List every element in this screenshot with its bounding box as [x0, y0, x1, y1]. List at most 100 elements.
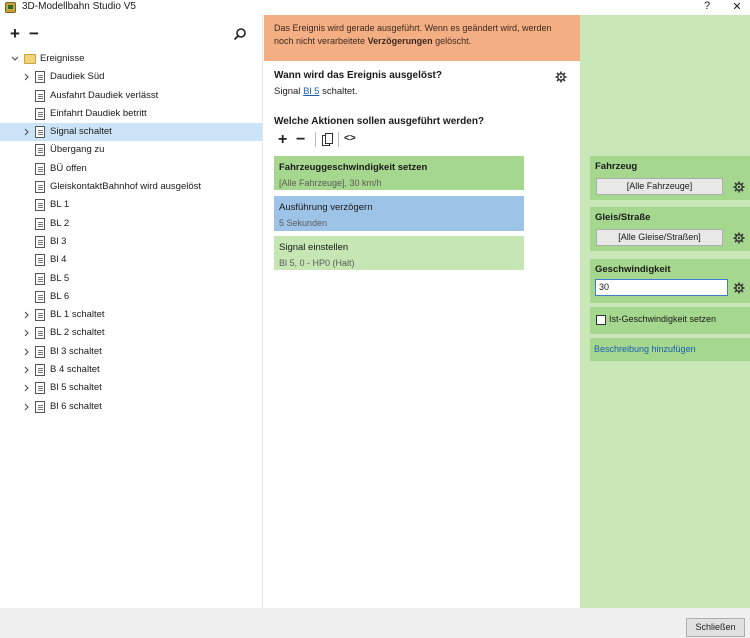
- actions-heading: Welche Aktionen sollen ausgeführt werden…: [274, 116, 485, 127]
- tree-item-label: Daudiek Süd: [50, 71, 105, 83]
- event-tree: Ereignisse Daudiek Süd Ausfahrt Daudiek v…: [0, 50, 262, 416]
- vehicle-property: Fahrzeug [Alle Fahrzeuge]: [590, 156, 750, 200]
- gear-icon[interactable]: [555, 71, 567, 83]
- tree-item[interactable]: BL 1: [0, 196, 262, 214]
- action-title: Signal einstellen: [279, 242, 349, 253]
- document-icon: [35, 162, 45, 175]
- document-icon: [35, 272, 45, 285]
- document-icon: [35, 254, 45, 267]
- document-icon: [35, 217, 45, 230]
- action-card[interactable]: Fahrzeuggeschwindigkeit setzen [Alle Fahr…: [274, 156, 524, 190]
- gear-icon[interactable]: [733, 232, 745, 244]
- tree-item-label: BL 1 schaltet: [50, 309, 105, 321]
- tree-item[interactable]: BL 2 schaltet: [0, 324, 262, 342]
- trigger-suffix: schaltet.: [319, 86, 358, 97]
- warning-line-2: noch nicht verarbeitete Verzögerungen ge…: [274, 35, 570, 48]
- tree-item[interactable]: GleiskontaktBahnhof wird ausgelöst: [0, 178, 262, 196]
- document-icon: [35, 327, 45, 340]
- action-card[interactable]: Ausführung verzögern 5 Sekunden: [274, 196, 524, 231]
- close-button[interactable]: Schließen: [686, 618, 745, 637]
- window-close-button[interactable]: ✕: [727, 0, 747, 13]
- toolbar-divider: [315, 132, 316, 147]
- gear-icon[interactable]: [733, 282, 745, 294]
- tree-item-label: BÜ offen: [50, 162, 87, 174]
- action-subtitle: Bl 5, 0 - HP0 (Halt): [279, 258, 355, 268]
- document-icon: [35, 126, 45, 139]
- tree-item[interactable]: BÜ offen: [0, 160, 262, 178]
- tree-item[interactable]: BL 5: [0, 270, 262, 288]
- document-icon: [35, 364, 45, 377]
- trigger-signal-link[interactable]: Bl 5: [303, 86, 319, 97]
- tree-item[interactable]: Übergang zu: [0, 141, 262, 159]
- document-icon: [35, 144, 45, 157]
- document-icon: [35, 309, 45, 322]
- remove-action-button[interactable]: −: [296, 131, 305, 148]
- add-action-button[interactable]: +: [278, 131, 287, 148]
- tree-item[interactable]: Einfahrt Daudiek betritt: [0, 105, 262, 123]
- tree-item-label: BL 2 schaltet: [50, 327, 105, 339]
- trigger-prefix: Signal: [274, 86, 304, 97]
- tree-root-label: Ereignisse: [40, 53, 85, 64]
- remove-event-button[interactable]: −: [29, 25, 39, 42]
- tree-item[interactable]: B 4 schaltet: [0, 361, 262, 379]
- trigger-heading: Wann wird das Ereignis ausgelöst?: [274, 70, 442, 81]
- chevron-right-icon[interactable]: [20, 398, 32, 423]
- app-icon: [5, 2, 16, 13]
- code-view-button[interactable]: <>: [344, 133, 356, 144]
- actual-speed-checkbox[interactable]: [596, 315, 606, 325]
- toolbar-divider: [338, 132, 339, 147]
- trigger-description: Signal Bl 5 schaltet.: [274, 86, 357, 97]
- track-property: Gleis/Straße [Alle Gleise/Straßen]: [590, 207, 750, 251]
- execution-warning-banner: Das Ereignis wird gerade ausgeführt. Wen…: [264, 15, 580, 61]
- title-bar: 3D-Modellbahn Studio V5 ? ✕: [0, 0, 750, 15]
- help-button[interactable]: ?: [697, 0, 717, 12]
- properties-panel: Fahrzeug [Alle Fahrzeuge] Gleis/Straße […: [580, 15, 750, 608]
- window-title: 3D-Modellbahn Studio V5: [22, 1, 136, 12]
- tree-item-label: Ausfahrt Daudiek verlässt: [50, 89, 159, 101]
- tree-item-label: Bl 3: [50, 235, 67, 247]
- description-property: Beschreibung hinzufügen: [590, 338, 750, 361]
- speed-label: Geschwindigkeit: [595, 264, 671, 275]
- action-card[interactable]: Signal einstellen Bl 5, 0 - HP0 (Halt): [274, 236, 524, 270]
- tree-item[interactable]: Daudiek Süd: [0, 68, 262, 86]
- tree-item-label: BL 5: [50, 272, 70, 284]
- event-editor-panel: Das Ereignis wird gerade ausgeführt. Wen…: [264, 15, 580, 608]
- add-event-button[interactable]: +: [10, 25, 20, 42]
- tree-item[interactable]: Bl 6 schaltet: [0, 398, 262, 416]
- tree-item[interactable]: Bl 4: [0, 251, 262, 269]
- gear-icon[interactable]: [733, 181, 745, 193]
- action-subtitle: [Alle Fahrzeuge], 30 km/h: [279, 178, 382, 188]
- tree-item[interactable]: Bl 5 schaltet: [0, 379, 262, 397]
- tree-item[interactable]: BL 1 schaltet: [0, 306, 262, 324]
- track-select-button[interactable]: [Alle Gleise/Straßen]: [596, 229, 723, 246]
- tree-item[interactable]: BL 2: [0, 215, 262, 233]
- tree-root-ereignisse[interactable]: Ereignisse: [0, 50, 262, 68]
- speed-input[interactable]: 30: [595, 279, 728, 296]
- tree-item-label: Einfahrt Daudiek betritt: [50, 107, 147, 119]
- document-icon: [35, 181, 45, 194]
- action-title: Ausführung verzögern: [279, 202, 373, 213]
- tree-item-label: GleiskontaktBahnhof wird ausgelöst: [50, 181, 202, 193]
- tree-item[interactable]: BL 6: [0, 288, 262, 306]
- tree-item-label: BL 2: [50, 217, 70, 229]
- copy-icon[interactable]: [322, 133, 333, 146]
- warning-line-1: Das Ereignis wird gerade ausgeführt. Wen…: [274, 23, 552, 33]
- tree-item[interactable]: Ausfahrt Daudiek verlässt: [0, 87, 262, 105]
- tree-item[interactable]: Bl 3: [0, 233, 262, 251]
- tree-item[interactable]: Bl 3 schaltet: [0, 343, 262, 361]
- vehicle-select-button[interactable]: [Alle Fahrzeuge]: [596, 178, 723, 195]
- document-icon: [35, 235, 45, 248]
- document-icon: [35, 345, 45, 358]
- tree-item-label: Bl 6 schaltet: [50, 400, 102, 412]
- event-tree-panel: + − Ereignisse Daudiek Süd Ausfahrt Daudi…: [0, 15, 263, 608]
- search-icon[interactable]: [233, 27, 247, 41]
- folder-icon: [24, 54, 36, 64]
- document-icon: [35, 382, 45, 395]
- speed-property: Geschwindigkeit 30: [590, 259, 750, 303]
- actions-toolbar: + − <>: [278, 131, 398, 148]
- document-icon: [35, 89, 45, 102]
- tree-item[interactable]: Signal schaltet: [0, 123, 262, 142]
- add-description-link[interactable]: Beschreibung hinzufügen: [594, 344, 696, 354]
- vehicle-label: Fahrzeug: [595, 161, 638, 172]
- document-icon: [35, 107, 45, 120]
